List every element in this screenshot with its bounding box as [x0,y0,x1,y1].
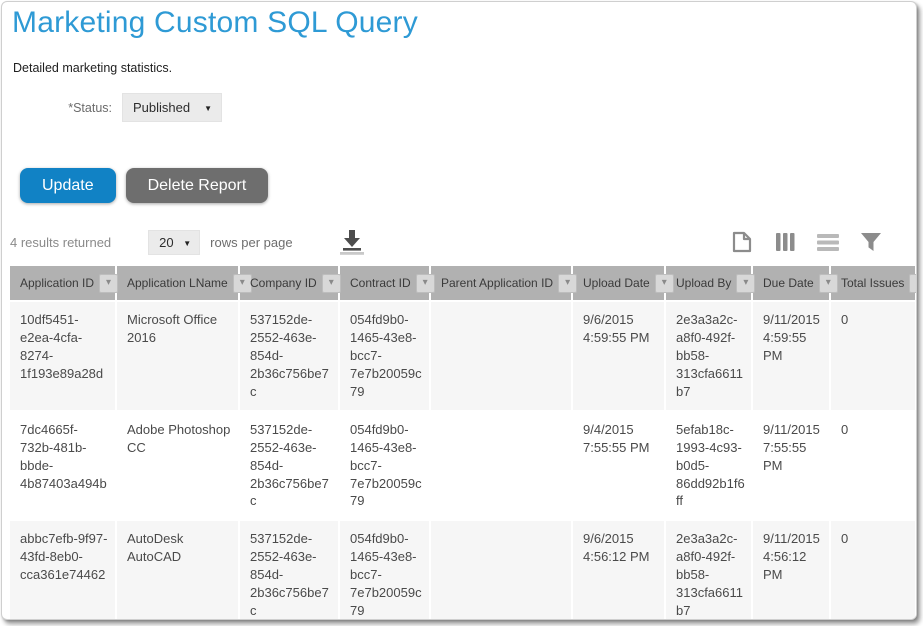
table-cell: 0 [831,521,917,620]
table-cell: 2e3a3a2c-a8f0-492f-bb58-313cfa6611b7 [666,302,753,412]
results-grid: Application ID▾Application LName▾Company… [10,266,916,620]
column-menu-button[interactable]: ▾ [99,274,118,293]
page-title: Marketing Custom SQL Query [12,6,916,40]
table-cell: 054fd9b0-1465-43e8-bcc7-7e7b20059c79 [340,412,431,522]
column-menu-button[interactable]: ▾ [909,274,917,293]
table-row[interactable]: abbc7efb-9f97-43fd-8eb0-cca361e74462Auto… [10,521,917,620]
column-menu-button[interactable]: ▾ [819,274,838,293]
page-subtitle: Detailed marketing statistics. [13,61,916,75]
table-cell: AutoDesk AutoCAD [117,521,240,620]
column-menu-button[interactable]: ▾ [558,274,577,293]
status-select-value: Published [133,100,190,115]
chevron-down-icon: ▾ [743,278,748,288]
action-buttons: Update Delete Report [20,168,916,203]
chevron-down-icon: ▾ [662,278,667,288]
column-header-label: Due Date [763,276,814,290]
column-header: Company ID ▾ [240,266,340,302]
download-icon[interactable] [337,228,367,256]
page-size-select[interactable]: 20 ▼ [148,230,200,255]
column-header-label: Parent Application ID [441,276,553,290]
table-cell: 9/11/2015 4:59:55 PM [753,302,831,412]
table-cell: 054fd9b0-1465-43e8-bcc7-7e7b20059c79 [340,302,431,412]
table-cell: Adobe Photoshop CC [117,412,240,522]
grid-toolbar: 4 results returned 20 ▼ rows per page [10,228,906,256]
column-header: Due Date ▾ [753,266,831,302]
column-header: Upload Date ▾ [573,266,666,302]
column-header: Contract ID ▾ [340,266,431,302]
export-page-icon[interactable] [729,229,755,255]
table-cell [431,521,573,620]
table-header-row: Application ID▾Application LName▾Company… [10,266,917,302]
update-button[interactable]: Update [20,168,116,203]
filter-icon[interactable] [858,229,884,255]
report-card: Marketing Custom SQL Query Detailed mark… [1,1,917,620]
table-row[interactable]: 7dc4665f-732b-481b-bbde-4b87403a494bAdob… [10,412,917,522]
column-header-label: Application ID [20,276,94,290]
chevron-down-icon: ▾ [916,278,917,288]
column-menu-button[interactable]: ▾ [233,274,252,293]
chevron-down-icon: ▼ [204,104,212,113]
column-header-label: Upload By [676,276,731,290]
column-header: Parent Application ID ▾ [431,266,573,302]
table-cell: 9/4/2015 7:55:55 PM [573,412,666,522]
table-body: 10df5451-e2ea-4cfa-8274-1f193e89a28dMicr… [10,302,917,620]
table-row[interactable]: 10df5451-e2ea-4cfa-8274-1f193e89a28dMicr… [10,302,917,412]
table-cell: abbc7efb-9f97-43fd-8eb0-cca361e74462 [10,521,117,620]
column-menu-button[interactable]: ▾ [655,274,674,293]
grid-view-icons [729,229,906,255]
column-header: Total Issues ▾ [831,266,917,302]
column-header: Upload By ▾ [666,266,753,302]
column-menu-button[interactable]: ▾ [416,274,435,293]
status-field-row: *Status: Published ▼ [2,93,916,122]
column-header-label: Application LName [127,276,228,290]
page-size-value: 20 [159,235,173,250]
table-cell: 9/6/2015 4:59:55 PM [573,302,666,412]
column-header-label: Company ID [250,276,317,290]
chevron-down-icon: ▾ [329,278,334,288]
chevron-down-icon: ▾ [423,278,428,288]
table-cell: 0 [831,412,917,522]
rows-icon[interactable] [815,229,841,255]
table-cell: 9/11/2015 4:56:12 PM [753,521,831,620]
table-cell: 5efab18c-1993-4c93-b0d5-86dd92b1f6ff [666,412,753,522]
column-header-label: Upload Date [583,276,650,290]
column-menu-button[interactable]: ▾ [322,274,341,293]
table-cell: 9/11/2015 7:55:55 PM [753,412,831,522]
delete-report-button[interactable]: Delete Report [126,168,269,203]
table-cell: Microsoft Office 2016 [117,302,240,412]
results-table: Application ID▾Application LName▾Company… [10,266,917,620]
table-cell: 7dc4665f-732b-481b-bbde-4b87403a494b [10,412,117,522]
table-cell: 9/6/2015 4:56:12 PM [573,521,666,620]
chevron-down-icon: ▾ [565,278,570,288]
status-field-label: *Status: [2,101,112,115]
table-cell [431,302,573,412]
column-header-label: Total Issues [841,276,904,290]
table-cell: 537152de-2552-463e-854d-2b36c756be7c [240,521,340,620]
columns-icon[interactable] [772,229,798,255]
column-header-label: Contract ID [350,276,411,290]
column-menu-button[interactable]: ▾ [736,274,755,293]
chevron-down-icon: ▼ [183,239,191,248]
results-count-text: 4 results returned [10,235,111,250]
rows-per-page-label: rows per page [210,235,292,250]
chevron-down-icon: ▾ [240,278,245,288]
table-cell: 537152de-2552-463e-854d-2b36c756be7c [240,412,340,522]
chevron-down-icon: ▾ [106,278,111,288]
status-select[interactable]: Published ▼ [122,93,222,122]
table-cell: 054fd9b0-1465-43e8-bcc7-7e7b20059c79 [340,521,431,620]
table-cell: 2e3a3a2c-a8f0-492f-bb58-313cfa6611b7 [666,521,753,620]
table-cell [431,412,573,522]
table-cell: 10df5451-e2ea-4cfa-8274-1f193e89a28d [10,302,117,412]
chevron-down-icon: ▾ [826,278,831,288]
table-cell: 537152de-2552-463e-854d-2b36c756be7c [240,302,340,412]
column-header: Application LName▾ [117,266,240,302]
table-cell: 0 [831,302,917,412]
column-header: Application ID ▾ [10,266,117,302]
